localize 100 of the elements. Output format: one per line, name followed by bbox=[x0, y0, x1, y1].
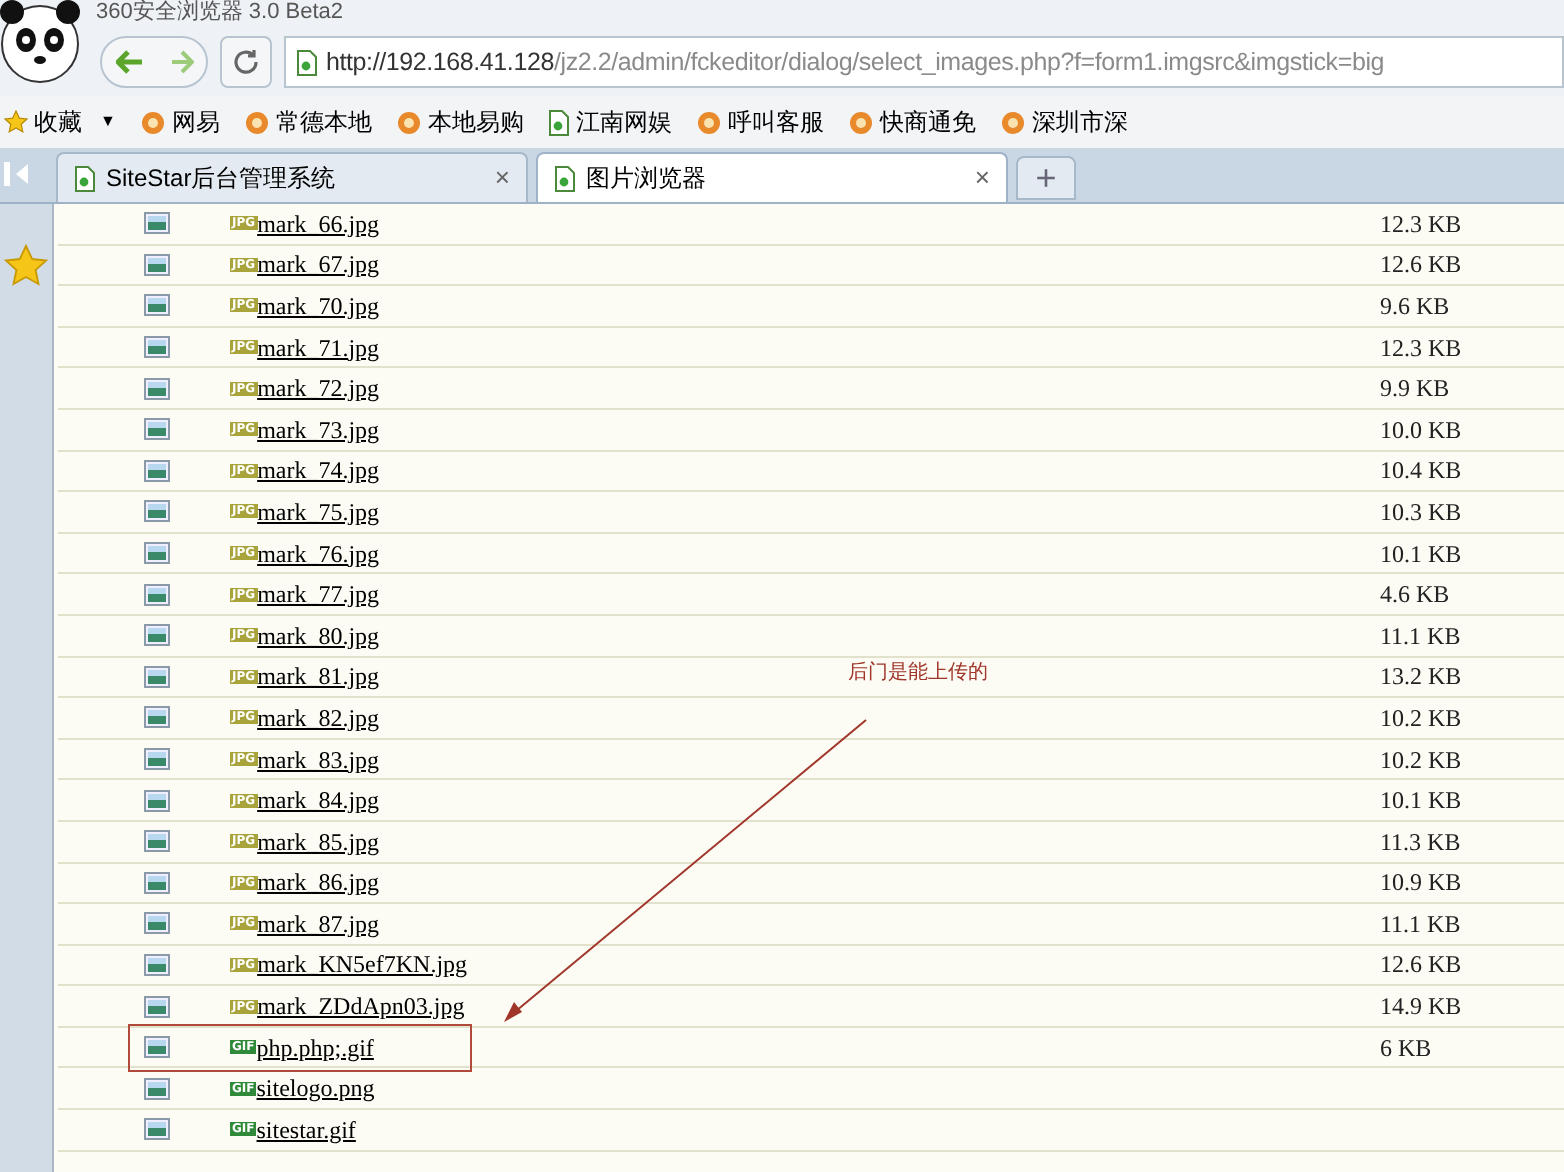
file-link[interactable]: mark_66.jpg bbox=[257, 205, 380, 242]
file-link[interactable]: sitelogo.png bbox=[256, 1070, 375, 1107]
file-link[interactable]: mark_84.jpg bbox=[257, 782, 380, 819]
image-thumbnail-icon[interactable] bbox=[144, 995, 170, 1018]
file-link[interactable]: sitestar.gif bbox=[256, 1111, 356, 1148]
file-link[interactable]: mark_70.jpg bbox=[257, 287, 380, 324]
image-thumbnail-icon[interactable] bbox=[144, 1077, 170, 1100]
image-thumbnail-icon[interactable] bbox=[144, 418, 170, 441]
image-thumbnail-icon[interactable] bbox=[144, 748, 170, 771]
image-thumbnail-icon[interactable] bbox=[144, 583, 170, 606]
file-size: 10.4 KB bbox=[1380, 454, 1464, 489]
file-size: 11.1 KB bbox=[1380, 907, 1463, 942]
page-icon bbox=[547, 109, 570, 135]
file-size: 10.1 KB bbox=[1380, 537, 1464, 572]
back-arrow-icon bbox=[116, 50, 144, 74]
file-link[interactable]: mark_ZDdApn03.jpg bbox=[257, 988, 465, 1025]
file-link[interactable]: mark_74.jpg bbox=[257, 452, 380, 489]
url-path: /jz2.2/admin/fckeditor/dialog/select_images.php?f=form1.imgsrc&imgstick=big bbox=[553, 45, 1385, 80]
bookmark-item[interactable]: 网易 bbox=[139, 104, 220, 140]
bookmark-item[interactable]: 深圳市深 bbox=[999, 104, 1128, 140]
image-thumbnail-icon[interactable] bbox=[144, 542, 170, 565]
image-thumbnail-icon[interactable] bbox=[144, 789, 170, 812]
site-icon bbox=[999, 109, 1026, 135]
image-thumbnail-icon[interactable] bbox=[144, 624, 170, 647]
file-size: 10.2 KB bbox=[1380, 743, 1464, 778]
file-size: 12.3 KB bbox=[1380, 207, 1464, 242]
refresh-button[interactable] bbox=[220, 36, 272, 88]
bookmark-item[interactable]: 快商通免 bbox=[847, 104, 976, 140]
annotation-text: 后门是能上传的 bbox=[848, 659, 988, 688]
image-thumbnail-icon[interactable] bbox=[144, 336, 170, 359]
image-thumbnail-icon[interactable] bbox=[144, 665, 170, 688]
image-thumbnail-icon[interactable] bbox=[144, 953, 170, 976]
image-thumbnail-icon[interactable] bbox=[144, 459, 170, 482]
new-tab-button[interactable]: + bbox=[1016, 156, 1076, 200]
star-icon[interactable] bbox=[4, 244, 48, 288]
file-size: 11.1 KB bbox=[1380, 619, 1463, 654]
file-size: 6 KB bbox=[1380, 1031, 1434, 1066]
file-link[interactable]: mark_86.jpg bbox=[257, 864, 380, 901]
image-thumbnail-icon[interactable] bbox=[144, 1118, 170, 1141]
bookmark-item[interactable]: 收藏 ▼ bbox=[4, 104, 116, 140]
file-link[interactable]: mark_83.jpg bbox=[257, 741, 380, 778]
file-size: 9.6 KB bbox=[1380, 289, 1452, 324]
image-thumbnail-icon[interactable] bbox=[144, 1036, 170, 1059]
page-icon bbox=[554, 165, 576, 191]
file-size: 10.2 KB bbox=[1380, 701, 1464, 736]
file-size: 10.1 KB bbox=[1380, 784, 1464, 819]
browser-tab[interactable]: 图片浏览器 × bbox=[536, 152, 1008, 202]
image-thumbnail-icon[interactable] bbox=[144, 212, 170, 235]
file-link[interactable]: mark_KN5ef7KN.jpg bbox=[257, 946, 468, 983]
image-thumbnail-icon[interactable] bbox=[144, 377, 170, 400]
site-icon bbox=[695, 109, 722, 135]
file-size: 10.9 KB bbox=[1380, 866, 1464, 901]
image-thumbnail-icon[interactable] bbox=[144, 871, 170, 894]
file-size: 10.3 KB bbox=[1380, 495, 1464, 530]
file-size: 12.6 KB bbox=[1380, 248, 1464, 283]
image-thumbnail-icon[interactable] bbox=[144, 253, 170, 276]
file-size: 13.2 KB bbox=[1380, 660, 1464, 695]
url-host: http://192.168.41.128 bbox=[326, 45, 554, 80]
file-link[interactable]: mark_76.jpg bbox=[257, 535, 380, 572]
bookmark-item[interactable]: 常德本地 bbox=[243, 104, 372, 140]
browser-tab[interactable]: SiteStar后台管理系统 × bbox=[56, 152, 528, 202]
file-link[interactable]: php.php;.gif bbox=[256, 1029, 374, 1066]
file-link[interactable]: mark_82.jpg bbox=[257, 699, 380, 736]
image-thumbnail-icon[interactable] bbox=[144, 706, 170, 729]
file-link[interactable]: mark_80.jpg bbox=[257, 617, 380, 654]
file-size: 12.3 KB bbox=[1380, 331, 1464, 366]
file-size: 12.6 KB bbox=[1380, 948, 1464, 983]
bookmark-item[interactable]: 本地易购 bbox=[395, 104, 524, 140]
bookmark-item[interactable]: 江南网娱 bbox=[547, 104, 672, 140]
refresh-icon bbox=[232, 48, 260, 76]
page-icon bbox=[74, 165, 96, 191]
close-tab-icon[interactable]: × bbox=[494, 158, 510, 198]
image-thumbnail-icon[interactable] bbox=[144, 294, 170, 317]
file-link[interactable]: mark_77.jpg bbox=[257, 576, 380, 613]
file-size: 4.6 KB bbox=[1380, 578, 1452, 613]
site-icon bbox=[139, 109, 166, 135]
page-icon bbox=[296, 49, 318, 75]
file-link[interactable]: mark_81.jpg bbox=[257, 658, 380, 695]
file-link[interactable]: mark_67.jpg bbox=[257, 246, 380, 283]
file-size: 14.9 KB bbox=[1380, 990, 1464, 1025]
bookmark-item[interactable]: 呼叫客服 bbox=[695, 104, 824, 140]
file-link[interactable]: mark_85.jpg bbox=[257, 823, 380, 860]
file-size: 11.3 KB bbox=[1380, 825, 1463, 860]
image-thumbnail-icon[interactable] bbox=[144, 830, 170, 853]
site-icon bbox=[847, 109, 874, 135]
file-link[interactable]: mark_87.jpg bbox=[257, 905, 380, 942]
file-size: 9.9 KB bbox=[1380, 372, 1452, 407]
site-icon bbox=[395, 109, 422, 135]
dropdown-icon: ▼ bbox=[100, 110, 116, 134]
file-link[interactable]: mark_75.jpg bbox=[257, 493, 380, 530]
address-field[interactable]: http://192.168.41.128/jz2.2/admin/fckeditor/dialog/select_images.php?f=form1.imgsrc&imgstick=big bbox=[284, 36, 1564, 88]
site-icon bbox=[243, 109, 270, 135]
star-icon bbox=[4, 110, 28, 134]
file-link[interactable]: mark_73.jpg bbox=[257, 411, 380, 448]
image-thumbnail-icon[interactable] bbox=[144, 500, 170, 523]
file-link[interactable]: mark_71.jpg bbox=[257, 329, 380, 366]
file-link[interactable]: mark_72.jpg bbox=[257, 370, 380, 407]
image-thumbnail-icon[interactable] bbox=[144, 912, 170, 935]
window-title: 360安全浏览器 3.0 Beta2 bbox=[94, 0, 346, 28]
close-tab-icon[interactable]: × bbox=[974, 158, 990, 198]
